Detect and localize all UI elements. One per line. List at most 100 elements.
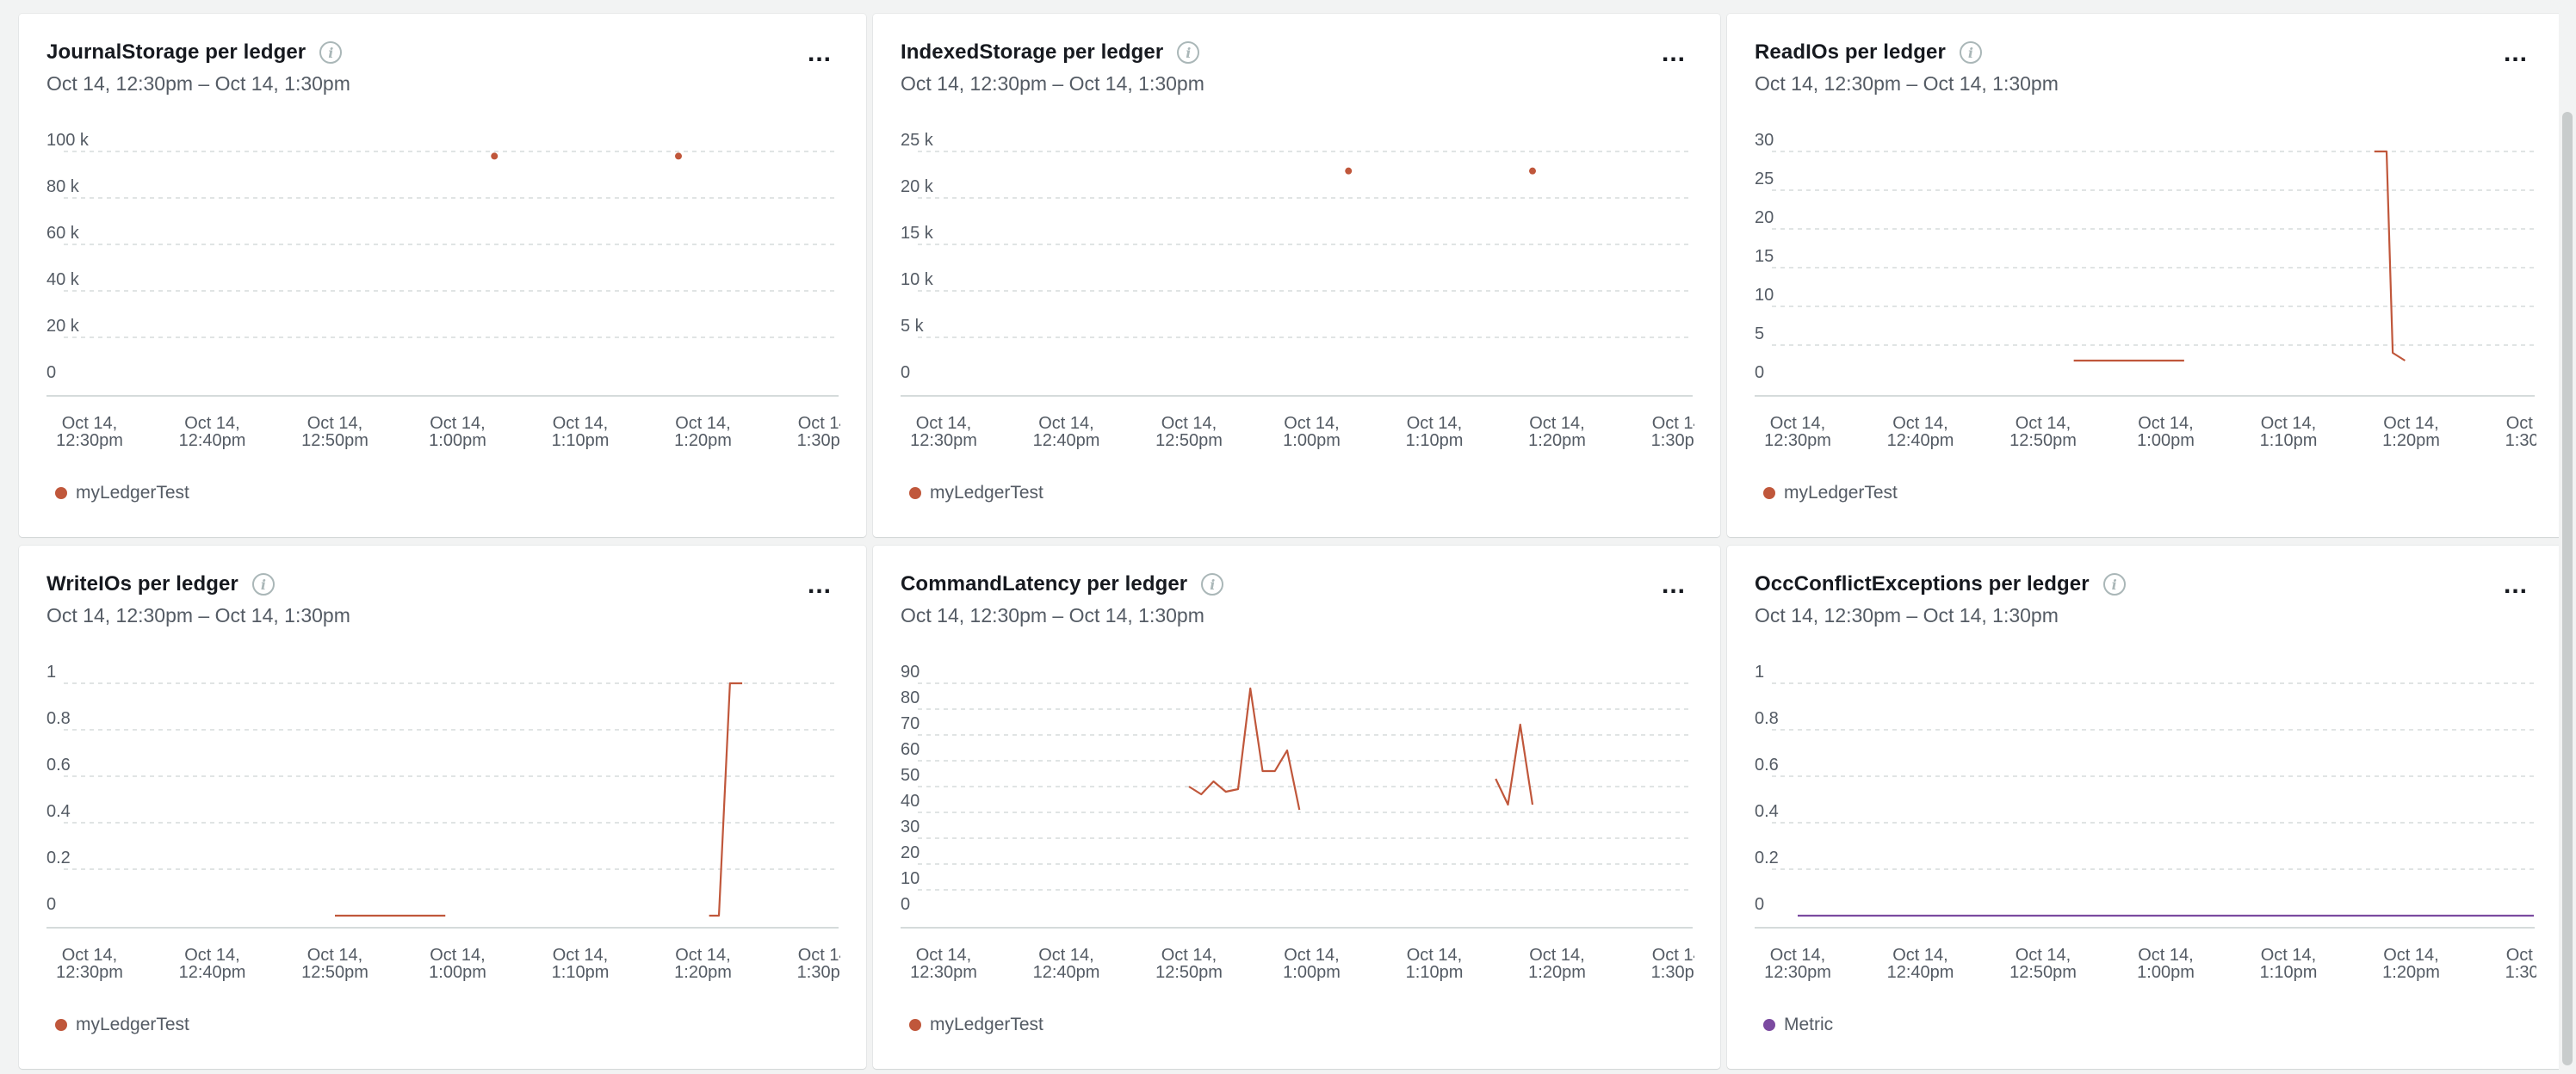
legend-label[interactable]: Metric	[1784, 1015, 1833, 1035]
x-tick-label: Oct 14, 12:40pm	[1887, 946, 1954, 982]
chart-svg: 0 0.2 0.4 0.6 0.8 1 Oct 14, 12:30pm Oct 14, 12:40…	[46, 663, 855, 982]
x-tick-label: Oct 14, 1:10pm	[552, 414, 610, 450]
y-tick-label: 5 k	[901, 317, 925, 336]
widget-occ-conflict-exceptions: OccConflictExceptions per ledger i Oct 14,…	[1727, 546, 2562, 1069]
series-line[interactable]	[709, 682, 743, 917]
legend-label[interactable]: myLedgerTest	[930, 1015, 1043, 1035]
y-tick-label: 0	[1755, 895, 1764, 914]
chart-svg: 0 5 k 10 k 15 k 20 k 25 k Oct 14, 12:30pm Oct 14…	[901, 131, 1709, 450]
x-tick-label: Oct 14, 1:30pm	[797, 414, 855, 450]
y-tick-label: 0	[901, 363, 910, 382]
y-tick-label: 0.8	[1755, 709, 1779, 728]
legend-swatch	[55, 1019, 67, 1031]
dashboard-grid: JournalStorage per ledger i Oct 14, 12:30p…	[19, 14, 2562, 1069]
data-point[interactable]	[1345, 167, 1353, 175]
x-tick-label: Oct 14, 1:20pm	[674, 414, 732, 450]
x-tick-label: Oct 14, 1:20pm	[2382, 946, 2440, 982]
x-tick-label: Oct 14, 12:40pm	[179, 946, 246, 982]
x-tick-label: Oct 14, 1:10pm	[2260, 946, 2318, 982]
x-tick-label: Oct 14, 1:10pm	[1406, 946, 1464, 982]
x-tick-label: Oct 14, 1:10pm	[552, 946, 610, 982]
x-tick-label: Oct 14, 12:50pm	[2009, 414, 2077, 450]
data-point[interactable]	[491, 152, 498, 160]
x-tick-label: Oct 14, 1:30pm	[797, 946, 855, 982]
x-tick-label: Oct 14, 1:20pm	[674, 946, 732, 982]
series-line[interactable]	[2374, 150, 2406, 361]
chart-svg: 0 20 k 40 k 60 k 80 k 100 k Oct 14, 12:30pm Oct …	[46, 131, 855, 450]
x-tick-label: Oct 14, 1:30pm	[1651, 414, 1709, 450]
x-tick-label: Oct 14, 12:50pm	[2009, 946, 2077, 982]
y-tick-label: 0	[1755, 363, 1764, 382]
y-tick-label: 60	[901, 740, 920, 759]
x-tick-label: Oct 14, 1:10pm	[1406, 414, 1464, 450]
chart-svg: 0 5 10 15 20 25 30 Oct 14, 12:30pm Oct 14, 12:40pm…	[1755, 131, 2536, 450]
x-tick-label: Oct 14, 12:50pm	[1155, 414, 1223, 450]
page-scrollbar[interactable]	[2559, 0, 2576, 1074]
x-tick-label: Oct 14, 1:20pm	[1528, 946, 1586, 982]
y-tick-label: 15 k	[901, 224, 934, 243]
legend-swatch	[909, 1019, 921, 1031]
y-tick-label: 0.2	[1755, 849, 1779, 867]
widget-read-ios: ReadIOs per ledger i Oct 14, 12:30pm – Oct…	[1727, 14, 2562, 537]
x-tick-label: Oct 14, 12:50pm	[1155, 946, 1223, 982]
data-point[interactable]	[675, 152, 682, 160]
legend: myLedgerTest	[909, 483, 1043, 503]
widget-command-latency: CommandLatency per ledger i Oct 14, 12:30p…	[873, 546, 1720, 1069]
x-tick-label: Oct 14, 12:30pm	[910, 414, 977, 450]
legend-label[interactable]: myLedgerTest	[930, 483, 1043, 503]
y-tick-label: 40 k	[46, 270, 80, 289]
x-tick-label: Oct 14, 12:40pm	[179, 414, 246, 450]
legend: myLedgerTest	[55, 1015, 189, 1035]
legend-swatch	[1763, 487, 1775, 499]
y-tick-label: 20 k	[46, 317, 80, 336]
legend: Metric	[1763, 1015, 1833, 1035]
legend-swatch	[55, 487, 67, 499]
legend: myLedgerTest	[1763, 483, 1898, 503]
y-tick-label: 25	[1755, 170, 1774, 188]
y-tick-label: 80	[901, 688, 920, 707]
legend-swatch	[1763, 1019, 1775, 1031]
series-line[interactable]	[1188, 687, 1301, 811]
data-point[interactable]	[1529, 167, 1536, 175]
legend-swatch	[909, 487, 921, 499]
x-tick-label: Oct 14, 12:30pm	[910, 946, 977, 982]
y-tick-label: 0.8	[46, 709, 71, 728]
x-tick-label: Oct 14, 12:40pm	[1033, 414, 1100, 450]
x-tick-label: Oct 14, 1:30pm	[2505, 946, 2562, 982]
legend-label[interactable]: myLedgerTest	[76, 483, 189, 503]
widget-journal-storage: JournalStorage per ledger i Oct 14, 12:30p…	[19, 14, 866, 537]
series-line[interactable]	[1495, 723, 1534, 806]
x-tick-label: Oct 14, 12:50pm	[301, 414, 368, 450]
y-tick-label: 50	[901, 766, 920, 785]
y-tick-label: 0	[901, 895, 910, 914]
y-tick-label: 0	[46, 895, 56, 914]
y-tick-label: 20	[1755, 208, 1774, 227]
x-tick-label: Oct 14, 12:30pm	[56, 414, 123, 450]
y-tick-label: 90	[901, 663, 920, 682]
y-tick-label: 30	[901, 818, 920, 836]
y-tick-label: 60 k	[46, 224, 80, 243]
y-tick-label: 1	[46, 663, 56, 682]
x-tick-label: Oct 14, 12:30pm	[1764, 946, 1831, 982]
x-tick-label: Oct 14, 12:30pm	[1764, 414, 1831, 450]
chart-svg: 0 0.2 0.4 0.6 0.8 1 Oct 14, 12:30pm Oct 14, 12:40…	[1755, 663, 2562, 982]
scrollbar-thumb[interactable]	[2562, 112, 2573, 1065]
widget-write-ios: WriteIOs per ledger i Oct 14, 12:30pm – Oc…	[19, 546, 866, 1069]
y-tick-label: 0.2	[46, 849, 71, 867]
x-tick-label: Oct 14, 12:30pm	[56, 946, 123, 982]
y-tick-label: 20	[901, 843, 920, 862]
legend-label[interactable]: myLedgerTest	[76, 1015, 189, 1035]
x-tick-label: Oct 14, 1:00pm	[1283, 946, 1341, 982]
y-tick-label: 100 k	[46, 131, 90, 150]
x-tick-label: Oct 14, 1:20pm	[2382, 414, 2440, 450]
x-tick-label: Oct 14, 1:10pm	[2260, 414, 2318, 450]
y-tick-label: 0	[46, 363, 56, 382]
x-tick-label: Oct 14, 12:40pm	[1033, 946, 1100, 982]
legend-label[interactable]: myLedgerTest	[1784, 483, 1898, 503]
y-tick-label: 0.6	[1755, 756, 1779, 775]
x-tick-label: Oct 14, 1:00pm	[429, 946, 486, 982]
widget-indexed-storage: IndexedStorage per ledger i Oct 14, 12:30p…	[873, 14, 1720, 537]
y-tick-label: 30	[1755, 131, 1774, 150]
y-tick-label: 15	[1755, 247, 1774, 266]
x-tick-label: Oct 14, 1:00pm	[1283, 414, 1341, 450]
